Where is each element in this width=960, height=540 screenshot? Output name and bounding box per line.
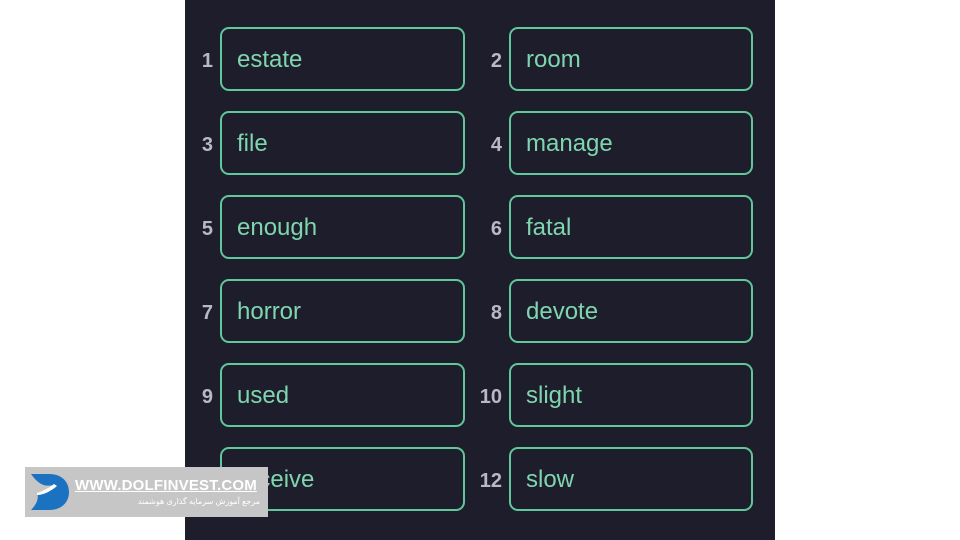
seed-word-number: 10 — [479, 386, 502, 408]
seed-word-field[interactable]: fatal — [509, 195, 753, 259]
seed-word-text: room — [526, 46, 581, 73]
seed-word-cell: 8 devote — [185, 279, 775, 347]
seed-word-text: slight — [526, 382, 583, 409]
seed-word-field[interactable]: slow — [509, 447, 753, 511]
seed-word-field[interactable]: slight — [509, 363, 753, 427]
seed-word-field[interactable]: room — [509, 27, 753, 91]
seed-word-field[interactable]: devote — [509, 279, 753, 343]
seed-word-text: manage — [526, 130, 613, 157]
seed-phrase-panel: 1 estate 2 room 3 file 4 manage 5 enough 6 fatal 7 ho… — [185, 0, 775, 540]
seed-word-cell: 4 manage — [185, 111, 775, 179]
seed-word-number: 2 — [490, 50, 502, 72]
seed-word-cell: 10 slight — [185, 363, 775, 431]
seed-word-number: 4 — [490, 134, 502, 156]
seed-word-number: 6 — [490, 218, 502, 240]
seed-word-cell: 12 slow — [185, 447, 775, 515]
dolphin-logo-icon — [31, 474, 69, 510]
seed-word-cell: 2 room — [185, 27, 775, 95]
seed-word-field[interactable]: manage — [509, 111, 753, 175]
watermark-banner: WWW.DOLFINVEST.COM مرجع آموزش سرمایه گذا… — [25, 467, 268, 517]
seed-word-cell: 6 fatal — [185, 195, 775, 263]
seed-word-text: devote — [526, 298, 599, 325]
watermark-subtitle: مرجع آموزش سرمایه گذاری هوشمند — [137, 497, 260, 506]
watermark-url: WWW.DOLFINVEST.COM — [75, 477, 257, 494]
seed-word-number: 8 — [490, 302, 502, 324]
seed-word-text: slow — [526, 466, 575, 493]
seed-word-text: fatal — [526, 214, 572, 241]
seed-word-number: 12 — [479, 470, 502, 492]
